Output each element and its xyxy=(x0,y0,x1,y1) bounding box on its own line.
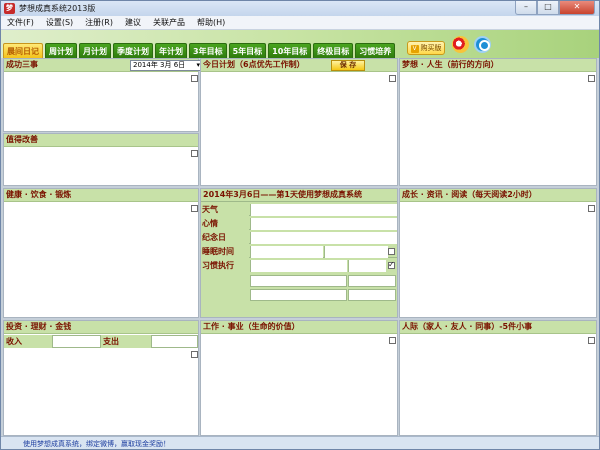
improve-title: 值得改善 xyxy=(4,134,198,147)
weather-row: 天气 xyxy=(201,204,397,216)
success-checkbox[interactable] xyxy=(191,75,198,82)
menu-help[interactable]: 帮助(H) xyxy=(191,17,231,28)
income-expense-row: 收入 支出 xyxy=(4,335,198,349)
mood-row: 心情 xyxy=(201,218,397,230)
growth-panel: 成长 · 资讯 · 阅读（每天阅读2小时） xyxy=(399,188,597,318)
expense-label: 支出 xyxy=(101,335,151,348)
mood-label: 心情 xyxy=(201,218,249,230)
habit-input-3b[interactable] xyxy=(348,289,396,301)
improve-checkbox[interactable] xyxy=(191,150,198,157)
habit-input-1[interactable] xyxy=(250,260,347,272)
people-checkbox[interactable] xyxy=(588,337,595,344)
sleep-row: 睡眠时间 xyxy=(201,246,397,258)
maximize-button[interactable]: □ xyxy=(537,1,559,15)
menu-settings[interactable]: 设置(S) xyxy=(40,17,79,28)
app-window: 梦 梦想成真系统2013版 – □ ✕ 文件(F) 设置(S) 注册(R) 建议… xyxy=(0,0,600,450)
tab-month-plan[interactable]: 月计划 xyxy=(79,43,111,58)
sleep-start-input[interactable] xyxy=(250,246,323,258)
dream-title: 梦想 · 人生（前行的方向） xyxy=(400,59,596,72)
mood-input[interactable] xyxy=(250,218,397,230)
tab-strip: 晨间日记 周计划 月计划 季度计划 年计划 3年目标 5年目标 10年目标 终极… xyxy=(1,30,599,58)
tab-5year-goal[interactable]: 5年目标 xyxy=(228,43,267,58)
work-checkbox[interactable] xyxy=(389,337,396,344)
tab-3year-goal[interactable]: 3年目标 xyxy=(189,43,227,58)
tab-quarter-plan[interactable]: 季度计划 xyxy=(113,43,153,58)
growth-title: 成长 · 资讯 · 阅读（每天阅读2小时） xyxy=(400,189,596,202)
habit-checkbox[interactable] xyxy=(388,260,395,269)
people-panel: 人际（家人 · 友人 · 同事）-5件小事 xyxy=(399,320,597,436)
anniversary-input[interactable] xyxy=(250,232,397,244)
plan-title: 今日计划（6点优先工作制） xyxy=(201,59,397,72)
tab-habit[interactable]: 习惯培养 xyxy=(355,43,396,58)
finance-title: 投资 · 理财 · 金钱 xyxy=(4,321,198,334)
save-button[interactable]: 保 存 xyxy=(331,60,365,71)
tab-10year-goal[interactable]: 10年目标 xyxy=(268,43,312,58)
plan-panel: 今日计划（6点优先工作制） 保 存 xyxy=(200,58,398,186)
close-button[interactable]: ✕ xyxy=(559,1,595,15)
tab-week-plan[interactable]: 周计划 xyxy=(45,43,77,58)
window-title: 梦想成真系统2013版 xyxy=(19,4,96,13)
menu-bar: 文件(F) 设置(S) 注册(R) 建议 关联产品 帮助(H) xyxy=(1,16,599,30)
tab-ultimate-goal[interactable]: 终极目标 xyxy=(313,43,354,58)
status-message[interactable]: 使用梦想成真系统，绑定微博，赢取现金奖励！ xyxy=(23,439,170,449)
anniversary-row: 纪念日 xyxy=(201,232,397,244)
habit-input-3[interactable] xyxy=(250,289,347,301)
tab-year-plan[interactable]: 年计划 xyxy=(155,43,187,58)
weibo-icon[interactable] xyxy=(452,36,469,53)
daily-panel: 2014年3月6日——第1天使用梦想成真系统 天气 心情 纪念日 睡眠时间 习惯… xyxy=(200,188,398,318)
diary-content: 成功三事 2014年 3月 6日 值得改善 今日计划（6点优先工作制） 保 存 … xyxy=(1,58,599,436)
habit-input-2[interactable] xyxy=(250,275,347,287)
menu-related-products[interactable]: 关联产品 xyxy=(147,17,191,28)
sleep-label: 睡眠时间 xyxy=(201,246,249,258)
growth-checkbox[interactable] xyxy=(588,205,595,212)
tab-morning-diary[interactable]: 晨间日记 xyxy=(3,43,43,58)
dream-panel: 梦想 · 人生（前行的方向） xyxy=(399,58,597,186)
habit-row: 习惯执行 xyxy=(201,260,397,272)
plan-checkbox[interactable] xyxy=(389,75,396,82)
improve-panel: 值得改善 xyxy=(3,133,199,186)
status-bar: 使用梦想成真系统，绑定微博，赢取现金奖励！ xyxy=(1,436,599,449)
title-bar: 梦 梦想成真系统2013版 – □ ✕ xyxy=(1,1,599,16)
app-logo-icon: 梦 xyxy=(4,3,15,14)
menu-register[interactable]: 注册(R) xyxy=(79,17,119,28)
minimize-button[interactable]: – xyxy=(515,1,537,15)
work-panel: 工作 · 事业（生命的价值） xyxy=(200,320,398,436)
success-panel: 成功三事 2014年 3月 6日 xyxy=(3,58,202,132)
qq-icon[interactable] xyxy=(474,36,491,53)
menu-file[interactable]: 文件(F) xyxy=(1,17,40,28)
people-title: 人际（家人 · 友人 · 同事）-5件小事 xyxy=(400,321,596,334)
income-label: 收入 xyxy=(4,335,52,348)
weather-input[interactable] xyxy=(250,204,397,216)
menu-suggest[interactable]: 建议 xyxy=(119,17,147,28)
sleep-end-input[interactable] xyxy=(324,246,388,258)
expense-input[interactable] xyxy=(151,335,198,348)
habit-input-1b[interactable] xyxy=(348,260,386,272)
date-picker[interactable]: 2014年 3月 6日 xyxy=(130,60,202,71)
income-input[interactable] xyxy=(52,335,101,348)
health-panel: 健康 · 饮食 · 锻炼 xyxy=(3,188,199,318)
weather-label: 天气 xyxy=(201,204,249,216)
health-checkbox[interactable] xyxy=(191,205,198,212)
finance-panel: 投资 · 理财 · 金钱 收入 支出 xyxy=(3,320,199,436)
finance-checkbox[interactable] xyxy=(191,351,198,358)
work-title: 工作 · 事业（生命的价值） xyxy=(201,321,397,334)
sleep-checkbox[interactable] xyxy=(388,248,395,255)
purchase-button[interactable]: 购买版 xyxy=(407,41,445,55)
habit-label: 习惯执行 xyxy=(201,260,249,272)
health-title: 健康 · 饮食 · 锻炼 xyxy=(4,189,198,202)
anniversary-label: 纪念日 xyxy=(201,232,249,244)
dream-checkbox[interactable] xyxy=(588,75,595,82)
daily-title: 2014年3月6日——第1天使用梦想成真系统 xyxy=(201,189,397,202)
habit-input-2b[interactable] xyxy=(348,275,396,287)
